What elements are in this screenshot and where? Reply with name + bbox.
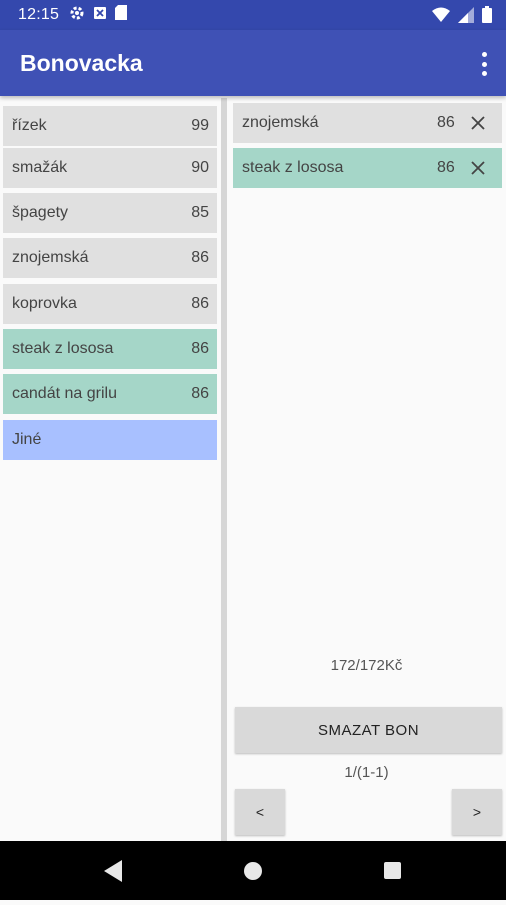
bon-total: 172/172Kč xyxy=(330,657,403,674)
battery-icon xyxy=(482,6,492,28)
menu-item-name: steak z lososa xyxy=(12,340,114,357)
menu-item-price: 86 xyxy=(191,249,209,266)
menu-list: řízek 99 smažák 90 špagety 85 znojemská … xyxy=(0,98,221,841)
menu-item-price: 85 xyxy=(191,204,209,221)
app-bar: Bonovacka xyxy=(0,30,506,96)
menu-item-price: 86 xyxy=(191,385,209,402)
signal-icon xyxy=(458,6,474,28)
settings-icon xyxy=(69,5,85,26)
menu-item-spagety[interactable]: špagety 85 xyxy=(3,193,217,233)
menu-item-name: znojemská xyxy=(12,249,89,266)
menu-item-steak-z-lososa[interactable]: steak z lososa 86 xyxy=(3,329,217,369)
bon-item-price: 86 xyxy=(437,159,455,176)
recent-apps-icon[interactable] xyxy=(363,841,423,900)
app-title: Bonovacka xyxy=(20,50,143,76)
bon-pager: 1/(1-1) xyxy=(344,764,389,781)
menu-item-znojemska[interactable]: znojemská 86 xyxy=(3,238,217,278)
home-icon[interactable] xyxy=(223,841,283,900)
menu-item-candat-na-grilu[interactable]: candát na grilu 86 xyxy=(3,374,217,414)
back-icon[interactable] xyxy=(82,841,142,900)
status-time: 12:15 xyxy=(18,6,60,23)
menu-item-name: smažák xyxy=(12,159,68,176)
menu-item-jine[interactable]: Jiné xyxy=(3,420,217,460)
previous-bon-button[interactable]: < xyxy=(235,789,285,835)
overflow-menu-icon[interactable] xyxy=(480,52,488,76)
menu-item-price: 86 xyxy=(191,340,209,357)
bon-item-price: 86 xyxy=(437,114,455,131)
bon-item-steak-z-lososa: steak z lososa 86 xyxy=(233,148,502,188)
next-bon-button[interactable]: > xyxy=(452,789,502,835)
close-icon[interactable] xyxy=(468,113,488,133)
menu-item-name: candát na grilu xyxy=(12,385,117,402)
bon-item-name: znojemská xyxy=(242,114,319,131)
menu-item-name: koprovka xyxy=(12,295,77,312)
navigation-bar xyxy=(0,841,506,900)
menu-item-price: 99 xyxy=(191,117,209,134)
close-icon[interactable] xyxy=(468,158,488,178)
bon-item-name: steak z lososa xyxy=(242,159,344,176)
menu-item-smazak[interactable]: smažák 90 xyxy=(3,148,217,188)
menu-item-koprovka[interactable]: koprovka 86 xyxy=(3,284,217,324)
sd-card-icon xyxy=(115,5,128,25)
wifi-icon xyxy=(432,7,450,28)
bon-panel: znojemská 86 steak z lososa 86 172/172Kč… xyxy=(227,98,506,841)
menu-item-name: špagety xyxy=(12,204,69,221)
notification-icon xyxy=(93,6,107,25)
menu-item-name: řízek xyxy=(12,117,47,134)
menu-item-name: Jiné xyxy=(12,431,42,448)
status-bar: 12:15 xyxy=(0,0,506,30)
menu-item-rizek[interactable]: řízek 99 xyxy=(3,106,217,146)
bon-item-znojemska: znojemská 86 xyxy=(233,103,502,143)
menu-item-price: 86 xyxy=(191,295,209,312)
delete-bon-button[interactable]: SMAZAT BON xyxy=(235,707,502,753)
menu-item-price: 90 xyxy=(191,159,209,176)
